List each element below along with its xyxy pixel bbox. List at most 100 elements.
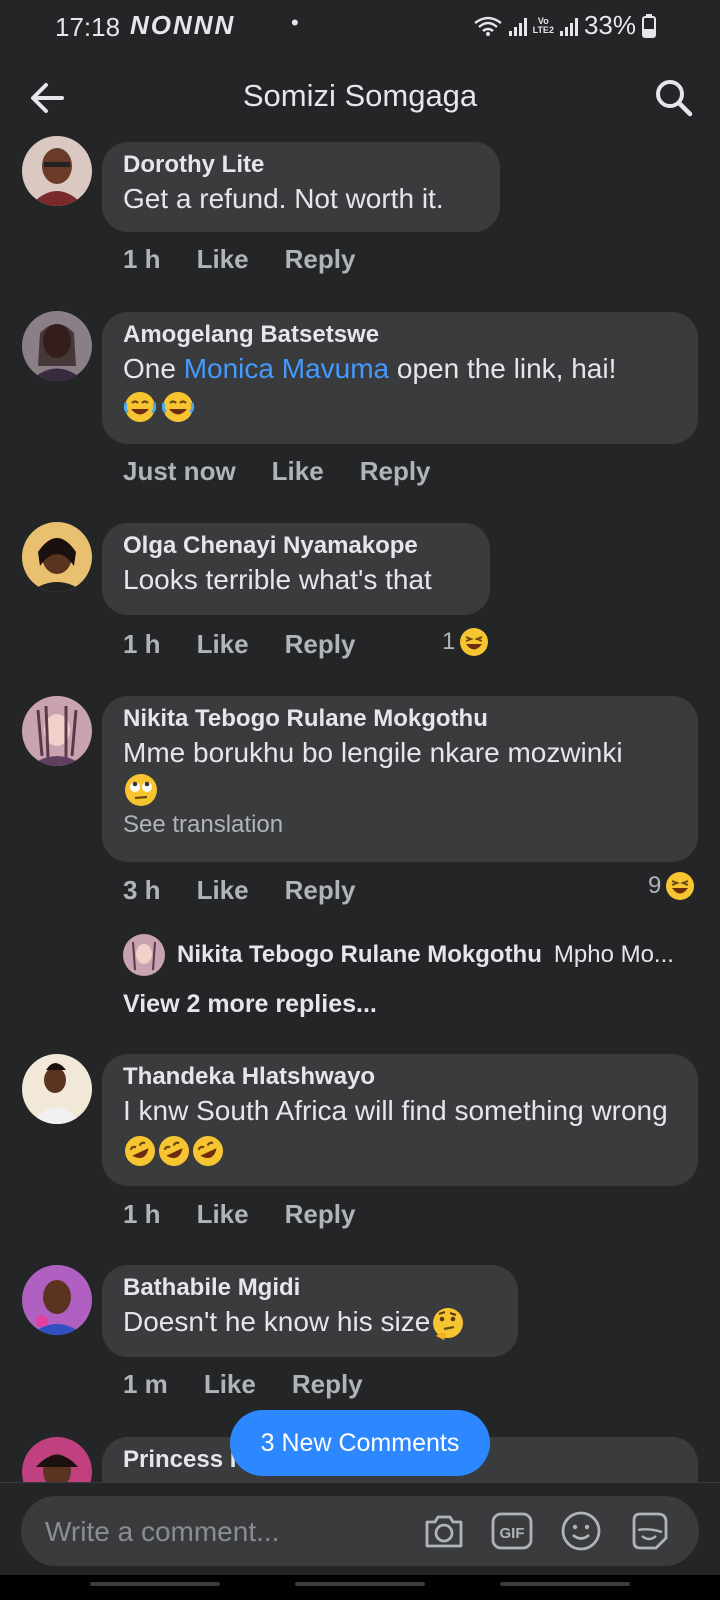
avatar[interactable] (123, 934, 165, 976)
emoji-icon[interactable] (558, 1508, 604, 1554)
reply-button[interactable]: Reply (285, 244, 356, 275)
view-more-replies-link[interactable]: View 2 more replies... (123, 990, 377, 1019)
rofl-emoji-icon (125, 1135, 155, 1166)
avatar[interactable] (22, 1054, 92, 1124)
commenter-name[interactable]: Bathabile Mgidi (123, 1273, 498, 1303)
emoji-row (123, 390, 678, 424)
avatar[interactable] (22, 1265, 92, 1335)
reaction-count: 1 (442, 628, 456, 655)
reaction-count: 9 (648, 872, 662, 899)
gif-icon[interactable]: GIF (489, 1508, 535, 1554)
status-bar: 17:18 NONNN • Vo LTE2 33% (0, 0, 720, 56)
comment-composer: GIF (21, 1496, 699, 1568)
signal-icon (508, 16, 527, 36)
page-title: Somizi Somgaga (242, 78, 478, 113)
comment-time: 1 h (123, 244, 161, 274)
notification-icons: NONNN (130, 10, 236, 40)
battery-percent: 33% (583, 10, 636, 40)
reply-author-name[interactable]: Nikita Tebogo Rulane Mokgothu (177, 941, 542, 969)
avatar[interactable] (22, 136, 92, 206)
eye-roll-emoji-icon (125, 774, 157, 806)
comment-text: Looks terrible what's that (123, 564, 432, 595)
comment-composer-bar: GIF (0, 1482, 720, 1575)
commenter-name[interactable]: Amogelang Batsetswe (123, 320, 678, 350)
tears-of-joy-emoji-icon (162, 392, 195, 422)
reply-text: Mpho Mo... (553, 941, 674, 968)
see-translation-link[interactable]: See translation (123, 810, 678, 840)
comment-actions: 1 h Like Reply (123, 244, 355, 275)
like-button[interactable]: Like (204, 1369, 256, 1400)
nav-home-button[interactable] (295, 1582, 425, 1586)
top-bar: Somizi Somgaga (0, 56, 720, 138)
new-comments-button[interactable]: 3 New Comments (230, 1410, 490, 1476)
comment-text: One Monica Mavuma open the link, hai! (123, 350, 678, 388)
like-button[interactable]: Like (197, 629, 249, 660)
comment-time: Just now (123, 456, 236, 486)
svg-text:GIF: GIF (500, 1525, 525, 1542)
reply-button[interactable]: Reply (360, 456, 431, 487)
comment-text-end: open the link, hai! (389, 353, 617, 384)
comment-text: Doesn't he know his size (123, 1303, 498, 1342)
commenter-name[interactable]: Dorothy Lite (123, 150, 480, 180)
comment-bubble[interactable]: Bathabile Mgidi Doesn't he know his size (102, 1265, 518, 1357)
sticker-icon[interactable] (626, 1508, 672, 1554)
like-button[interactable]: Like (272, 456, 324, 487)
thinking-emoji-icon (433, 1307, 464, 1340)
comment-time: 1 m (123, 1369, 168, 1399)
search-icon[interactable] (652, 76, 696, 120)
battery-icon (642, 13, 656, 38)
nav-recents-button[interactable] (90, 1582, 220, 1586)
commenter-name[interactable]: Thandeka Hlatshwayo (123, 1062, 678, 1092)
tears-of-joy-emoji-icon (123, 392, 157, 422)
status-indicators: Vo LTE2 33% (473, 10, 656, 41)
reply-button[interactable]: Reply (285, 1199, 356, 1230)
rofl-emoji-icon (159, 1135, 189, 1166)
commenter-name[interactable]: Nikita Tebogo Rulane Mokgothu (123, 704, 678, 734)
comment-text-body: Doesn't he know his size (123, 1306, 431, 1337)
avatar[interactable] (22, 522, 92, 592)
comment-time: 1 h (123, 629, 161, 659)
comment-actions: 1 h Like Reply (123, 1199, 355, 1230)
comment-bubble[interactable]: Olga Chenayi Nyamakope Looks terrible wh… (102, 523, 490, 615)
wifi-icon (473, 16, 502, 36)
mention-link[interactable]: Monica Mavuma (184, 353, 389, 384)
comment-actions: 1 m Like Reply (123, 1369, 363, 1400)
comment-text: Mme borukhu bo lengile nkare mozwinki (123, 737, 623, 768)
commenter-name[interactable]: Olga Chenayi Nyamakope (123, 531, 470, 561)
reply-preview[interactable]: Nikita Tebogo Rulane Mokgothu Mpho Mo... (123, 934, 698, 976)
avatar[interactable] (22, 311, 92, 381)
nav-back-button[interactable] (500, 1582, 630, 1586)
avatar[interactable] (22, 696, 92, 766)
comment-time: 1 h (123, 1199, 161, 1229)
comment-text-body: I knw South Africa will find something w… (123, 1095, 668, 1126)
reaction-summary[interactable]: 9 (648, 871, 695, 901)
reply-button[interactable]: Reply (285, 875, 356, 906)
comment-bubble[interactable]: Nikita Tebogo Rulane Mokgothu Mme borukh… (102, 696, 698, 862)
comment-actions: 3 h Like Reply (123, 875, 355, 906)
comment-actions: Just now Like Reply (123, 456, 431, 487)
status-time: 17:18 (55, 12, 121, 42)
reply-button[interactable]: Reply (292, 1369, 363, 1400)
comment-bubble[interactable]: Dorothy Lite Get a refund. Not worth it. (102, 142, 500, 232)
like-button[interactable]: Like (197, 1199, 249, 1230)
comment-text: I knw South Africa will find something w… (123, 1092, 678, 1168)
like-button[interactable]: Like (197, 244, 249, 275)
comment-input[interactable] (43, 1496, 407, 1568)
comment-bubble[interactable]: Amogelang Batsetswe One Monica Mavuma op… (102, 312, 698, 444)
status-dot: • (291, 10, 299, 35)
haha-reaction-icon (666, 872, 695, 900)
comment-bubble[interactable]: Thandeka Hlatshwayo I knw South Africa w… (102, 1054, 698, 1186)
signal-icon-2 (559, 16, 578, 36)
comment-actions: 1 h Like Reply (123, 629, 355, 660)
volte-icon: Vo LTE2 (532, 15, 554, 35)
camera-icon[interactable] (421, 1508, 467, 1554)
rofl-emoji-icon (193, 1135, 223, 1166)
comment-time: 3 h (123, 875, 161, 905)
system-nav-bar (0, 1574, 720, 1600)
reaction-summary[interactable]: 1 (442, 627, 489, 657)
comment-text-start: One (123, 353, 184, 384)
haha-reaction-icon (460, 628, 489, 656)
comment-text: Get a refund. Not worth it. (123, 183, 444, 214)
reply-button[interactable]: Reply (285, 629, 356, 660)
like-button[interactable]: Like (197, 875, 249, 906)
